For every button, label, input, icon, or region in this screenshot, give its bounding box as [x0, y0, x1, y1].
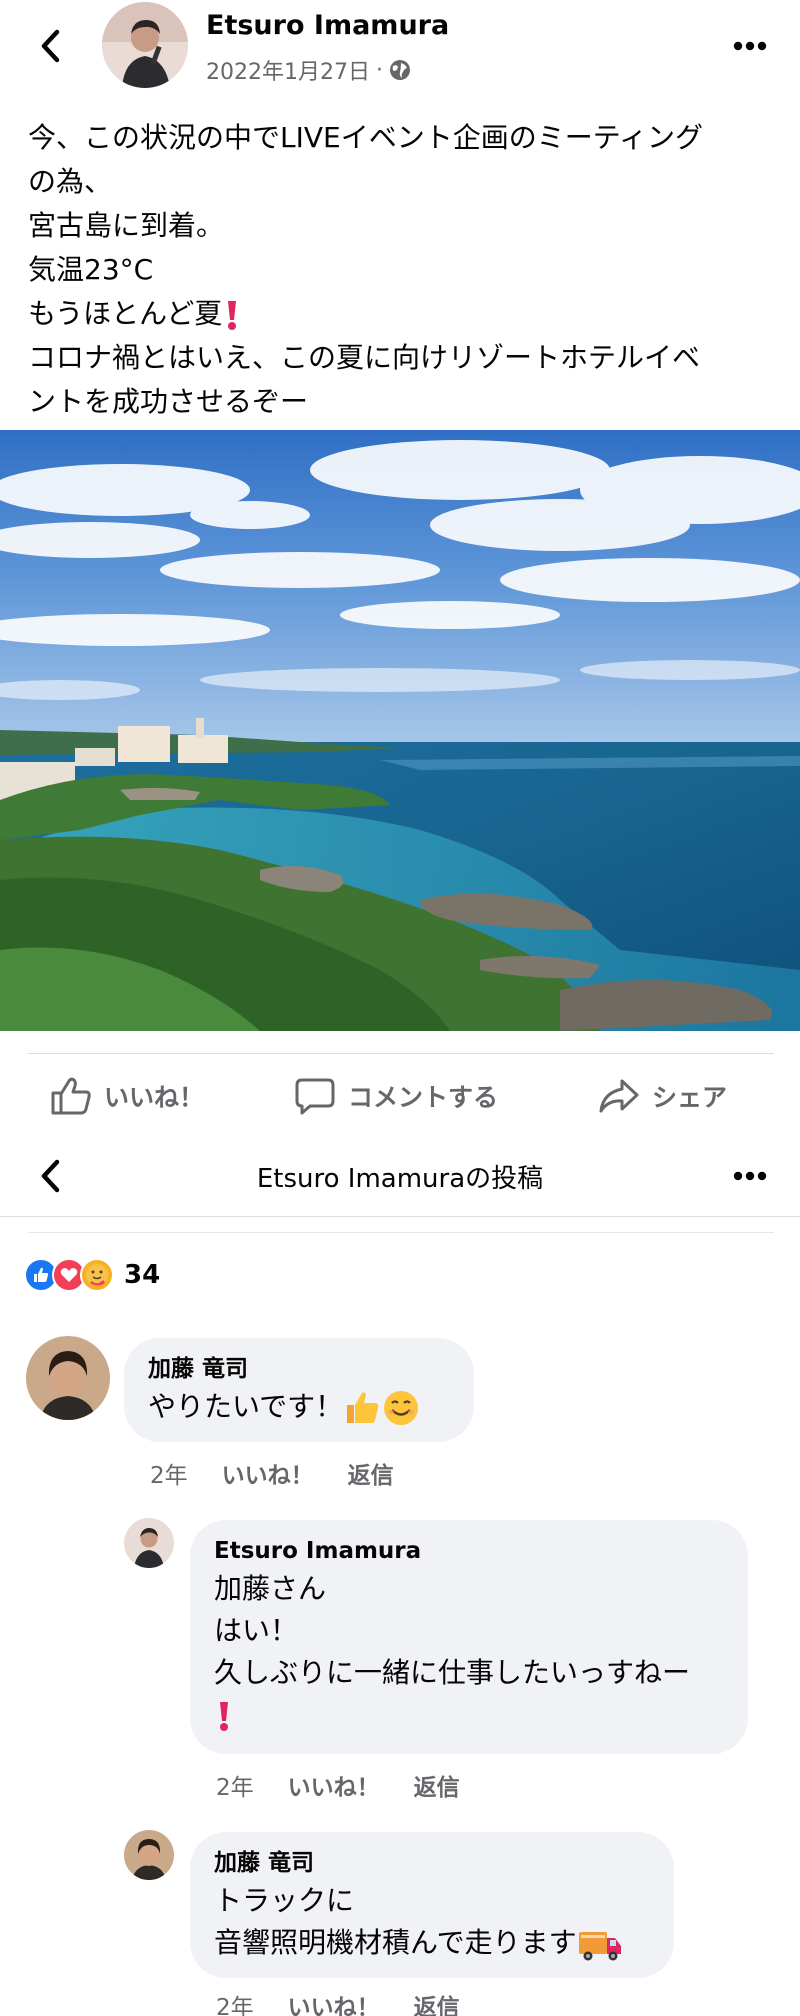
comment-text-line: 加藤さん	[214, 1572, 327, 1605]
comment-text-line: はい！	[214, 1614, 299, 1647]
commenter-avatar[interactable]	[26, 1336, 110, 1420]
comment-icon	[295, 1078, 335, 1115]
back-button[interactable]	[28, 22, 72, 70]
comment-text: やりたいです！	[148, 1386, 450, 1428]
thumbs-up-emoji	[347, 1392, 379, 1423]
share-icon	[599, 1079, 639, 1113]
thumbs-up-icon	[51, 1077, 91, 1115]
reaction-count: 34	[124, 1260, 161, 1290]
comment-reply-button[interactable]: 返信	[348, 1456, 394, 1490]
comment-text: トラックに 音響照明機材積んで走ります	[214, 1880, 650, 1964]
comment-like-button[interactable]: いいね！	[222, 1456, 314, 1490]
more-icon	[733, 41, 767, 51]
comment-actions: 2年 いいね！ 返信	[150, 1456, 394, 1490]
post-text-line: もうほとんど夏	[28, 292, 788, 336]
comment-text-line: トラックに	[214, 1884, 355, 1917]
comment-button[interactable]: コメントする	[294, 1066, 498, 1126]
author-name[interactable]: Etsuro Imamura	[206, 10, 449, 41]
post-action-bar: いいね！ コメントする シェア	[0, 1066, 800, 1126]
post-text-line: コロナ禍とはいえ、この夏に向けリゾートホテルイベ	[28, 341, 701, 374]
like-label: いいね！	[104, 1083, 205, 1112]
post-text: 今、この状況の中でLIVEイベント企画のミーティング の為、 宮古島に到着。 気…	[28, 116, 788, 424]
commenter-name[interactable]: Etsuro Imamura	[214, 1534, 724, 1568]
comment-actions: 2年 いいね！ 返信	[216, 1988, 460, 2016]
comment-text-line	[214, 1694, 724, 1736]
post-header: Etsuro Imamura 2022年1月27日 ·	[0, 0, 800, 104]
comment-text-line: 音響照明機材積んで走ります	[214, 1922, 650, 1964]
post-text-line-content: もうほとんど夏	[28, 297, 223, 330]
commenter-avatar[interactable]	[124, 1518, 174, 1568]
more-icon	[733, 1171, 767, 1181]
comment-age: 2年	[216, 1775, 254, 1801]
comment-bubble: 加藤 竜司 やりたいです！	[124, 1338, 474, 1442]
post-date[interactable]: 2022年1月27日	[206, 54, 370, 86]
post-meta: 2022年1月27日 ·	[206, 54, 411, 86]
smiling-face-emoji	[384, 1391, 419, 1425]
delivery-truck-emoji	[578, 1932, 621, 1961]
red-exclamation-emoji	[220, 1702, 228, 1731]
header-divider-secondary	[28, 1232, 774, 1233]
globe-icon	[389, 60, 410, 80]
commenter-name[interactable]: 加藤 竜司	[214, 1846, 650, 1880]
post-text-line: 宮古島に到着。	[28, 209, 225, 242]
comment-like-button[interactable]: いいね！	[288, 1768, 380, 1802]
comment-label: コメントする	[348, 1083, 499, 1112]
comment-text-line-content: 音響照明機材積んで走ります	[214, 1926, 577, 1959]
header-divider	[0, 1216, 800, 1217]
reactions-summary[interactable]: 34	[24, 1257, 160, 1293]
chevron-left-icon	[41, 29, 60, 63]
like-button[interactable]: いいね！	[50, 1066, 204, 1126]
comments-title: Etsuro Imamuraの投稿	[256, 1164, 544, 1194]
comment-age: 2年	[150, 1463, 188, 1489]
care-reaction-icon	[80, 1258, 114, 1292]
post-options-button[interactable]	[720, 26, 780, 66]
comments-header: Etsuro Imamuraの投稿	[0, 1136, 800, 1218]
author-avatar[interactable]	[102, 2, 188, 88]
comment-age: 2年	[216, 1995, 254, 2016]
commenter-name[interactable]: 加藤 竜司	[148, 1352, 450, 1386]
commenter-avatar[interactable]	[124, 1830, 174, 1880]
meta-separator: ·	[375, 57, 383, 83]
post-text-line: 今、この状況の中でLIVEイベント企画のミーティング	[28, 121, 704, 154]
share-label: シェア	[652, 1083, 728, 1112]
comment-text: 加藤さん はい！ 久しぶりに一緒に仕事したいっすねー	[214, 1568, 724, 1736]
post-text-line: ントを成功させるぞー	[28, 385, 309, 418]
share-button[interactable]: シェア	[598, 1066, 727, 1126]
comment-text-line: 久しぶりに一緒に仕事したいっすねー	[214, 1656, 691, 1689]
post-photo[interactable]	[0, 430, 800, 1031]
post-text-line: の為、	[28, 165, 113, 198]
comment-text-line: やりたいです！	[148, 1390, 344, 1423]
post-options-button-2[interactable]	[720, 1156, 780, 1196]
comment-bubble: 加藤 竜司 トラックに 音響照明機材積んで走ります	[190, 1832, 674, 1978]
post-text-line: 気温23°C	[28, 253, 154, 286]
comment-actions: 2年 いいね！ 返信	[216, 1768, 460, 1802]
comment-reply-button[interactable]: 返信	[414, 1768, 460, 1802]
action-divider	[28, 1053, 774, 1054]
comment-like-button[interactable]: いいね！	[288, 1988, 380, 2016]
comment-reply-button[interactable]: 返信	[414, 1988, 460, 2016]
comment-bubble: Etsuro Imamura 加藤さん はい！ 久しぶりに一緒に仕事したいっすね…	[190, 1520, 748, 1754]
red-exclamation-icon	[228, 301, 237, 330]
